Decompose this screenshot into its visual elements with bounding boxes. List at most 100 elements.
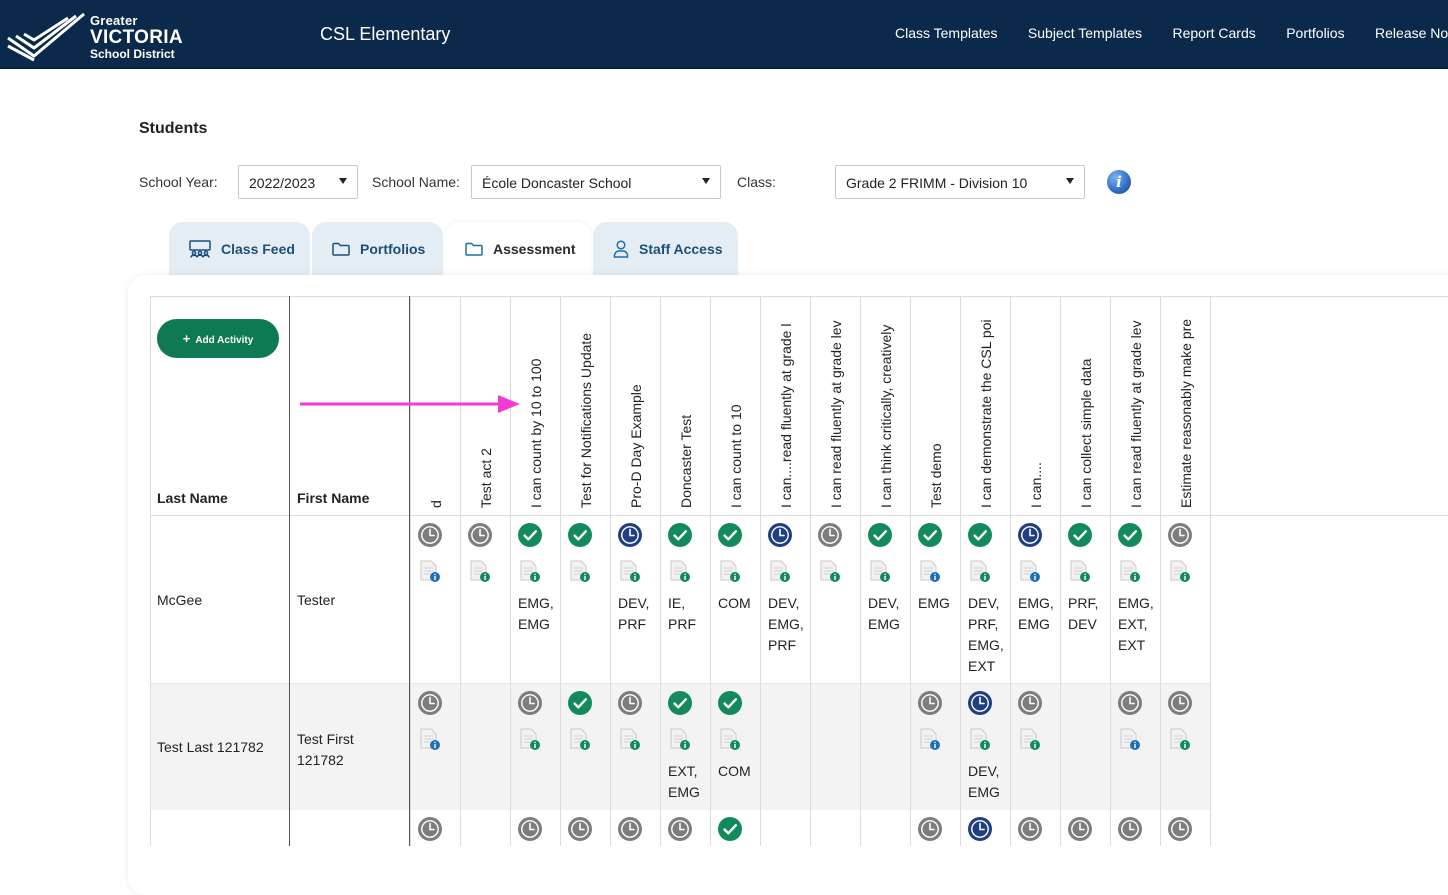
pending-clock-icon[interactable]	[618, 691, 642, 715]
document-info-icon[interactable]	[1118, 559, 1142, 583]
pending-clock-icon[interactable]	[468, 523, 492, 547]
activity-column-header[interactable]: I can read fluently at grade lev	[1111, 296, 1161, 508]
school-year-select[interactable]: 2022/2023	[238, 165, 358, 199]
document-info-icon[interactable]	[1068, 559, 1092, 583]
district-logo[interactable]: Greater VICTORIA School District	[4, 6, 184, 62]
pending-clock-icon[interactable]	[418, 817, 442, 841]
document-info-icon[interactable]	[868, 559, 892, 583]
activity-column-header[interactable]: I can read fluently at grade lev	[811, 296, 861, 508]
student-last-name[interactable]: Test Last 121782	[157, 739, 264, 755]
pending-clock-icon[interactable]	[1168, 523, 1192, 547]
completed-status-icon[interactable]	[1068, 523, 1092, 547]
activity-column-header[interactable]: Estimate reasonably make pre	[1161, 296, 1211, 508]
nav-portfolios[interactable]: Portfolios	[1286, 25, 1344, 41]
document-info-icon[interactable]	[918, 727, 942, 751]
info-icon[interactable]: i	[1107, 170, 1131, 194]
scheduled-clock-icon[interactable]	[1018, 523, 1042, 547]
pending-clock-icon[interactable]	[418, 523, 442, 547]
document-info-icon[interactable]	[568, 559, 592, 583]
pending-clock-icon[interactable]	[668, 817, 692, 841]
completed-status-icon[interactable]	[868, 523, 892, 547]
scheduled-clock-icon[interactable]	[768, 523, 792, 547]
tab-portfolios[interactable]: Portfolios	[312, 222, 443, 275]
activity-column-header[interactable]: I can think critically, creatively	[861, 296, 911, 508]
document-info-icon[interactable]	[418, 559, 442, 583]
scheduled-clock-icon[interactable]	[968, 817, 992, 841]
pending-clock-icon[interactable]	[518, 691, 542, 715]
document-info-icon[interactable]	[418, 727, 442, 751]
pending-clock-icon[interactable]	[1018, 817, 1042, 841]
activity-column-header[interactable]: I can....	[1011, 296, 1061, 508]
scheduled-clock-icon[interactable]	[618, 523, 642, 547]
activity-column-header[interactable]: Test for Notifications Update	[561, 296, 611, 508]
pending-clock-icon[interactable]	[918, 817, 942, 841]
pending-clock-icon[interactable]	[618, 817, 642, 841]
document-info-icon[interactable]	[468, 559, 492, 583]
activity-column-header[interactable]: I can count to 10	[711, 296, 761, 508]
pending-clock-icon[interactable]	[1168, 817, 1192, 841]
nav-report-cards[interactable]: Report Cards	[1173, 25, 1256, 41]
completed-status-icon[interactable]	[668, 691, 692, 715]
activity-column-header[interactable]: Test demo	[911, 296, 961, 508]
document-info-icon[interactable]	[518, 559, 542, 583]
document-info-icon[interactable]	[1118, 727, 1142, 751]
pending-clock-icon[interactable]	[1168, 691, 1192, 715]
pending-clock-icon[interactable]	[818, 523, 842, 547]
scheduled-clock-icon[interactable]	[968, 691, 992, 715]
activity-column-header[interactable]: I can demonstrate the CSL poi	[961, 296, 1011, 508]
document-info-icon[interactable]	[818, 559, 842, 583]
pending-clock-icon[interactable]	[418, 691, 442, 715]
activity-column-header[interactable]: I can....read fluently at grade l	[761, 296, 811, 508]
completed-status-icon[interactable]	[568, 691, 592, 715]
document-info-icon[interactable]	[968, 727, 992, 751]
completed-status-icon[interactable]	[1118, 523, 1142, 547]
document-info-icon[interactable]	[1018, 727, 1042, 751]
pending-clock-icon[interactable]	[1018, 691, 1042, 715]
document-info-icon[interactable]	[918, 559, 942, 583]
add-activity-button[interactable]: + Add Activity	[157, 319, 279, 358]
completed-status-icon[interactable]	[518, 523, 542, 547]
document-info-icon[interactable]	[618, 559, 642, 583]
activity-column-header[interactable]: I can collect simple data	[1061, 296, 1111, 508]
completed-status-icon[interactable]	[718, 817, 742, 841]
document-info-icon[interactable]	[1168, 727, 1192, 751]
pending-clock-icon[interactable]	[518, 817, 542, 841]
document-info-icon[interactable]	[618, 727, 642, 751]
tab-class-feed[interactable]: Class Feed	[169, 222, 310, 275]
document-info-icon[interactable]	[518, 727, 542, 751]
activity-column-header[interactable]: Doncaster Test	[661, 296, 711, 508]
document-info-icon[interactable]	[718, 727, 742, 751]
completed-status-icon[interactable]	[568, 523, 592, 547]
document-info-icon[interactable]	[1018, 559, 1042, 583]
student-first-name[interactable]: Test First 121782	[297, 729, 397, 771]
document-info-icon[interactable]	[568, 727, 592, 751]
completed-status-icon[interactable]	[668, 523, 692, 547]
tab-assessment[interactable]: Assessment	[445, 222, 591, 275]
nav-release-notes[interactable]: Release No	[1375, 25, 1448, 41]
document-info-icon[interactable]	[668, 727, 692, 751]
activity-column-header[interactable]: Pro-D Day Example	[611, 296, 661, 508]
document-info-icon[interactable]	[768, 559, 792, 583]
class-select[interactable]: Grade 2 FRIMM - Division 10	[835, 165, 1085, 199]
completed-status-icon[interactable]	[718, 523, 742, 547]
document-info-icon[interactable]	[668, 559, 692, 583]
school-name-select[interactable]: École Doncaster School	[471, 165, 721, 199]
pending-clock-icon[interactable]	[1068, 817, 1092, 841]
completed-status-icon[interactable]	[718, 691, 742, 715]
student-first-name[interactable]: Tester	[297, 592, 335, 608]
completed-status-icon[interactable]	[918, 523, 942, 547]
last-name-header[interactable]: Last Name	[157, 490, 228, 506]
pending-clock-icon[interactable]	[568, 817, 592, 841]
first-name-header[interactable]: First Name	[297, 490, 369, 506]
pending-clock-icon[interactable]	[1118, 691, 1142, 715]
completed-status-icon[interactable]	[968, 523, 992, 547]
nav-subject-templates[interactable]: Subject Templates	[1028, 25, 1142, 41]
document-info-icon[interactable]	[968, 559, 992, 583]
tab-staff-access[interactable]: Staff Access	[593, 222, 738, 275]
document-info-icon[interactable]	[1168, 559, 1192, 583]
document-info-icon[interactable]	[718, 559, 742, 583]
nav-class-templates[interactable]: Class Templates	[895, 25, 997, 41]
student-last-name[interactable]: McGee	[157, 592, 202, 608]
pending-clock-icon[interactable]	[1118, 817, 1142, 841]
pending-clock-icon[interactable]	[918, 691, 942, 715]
